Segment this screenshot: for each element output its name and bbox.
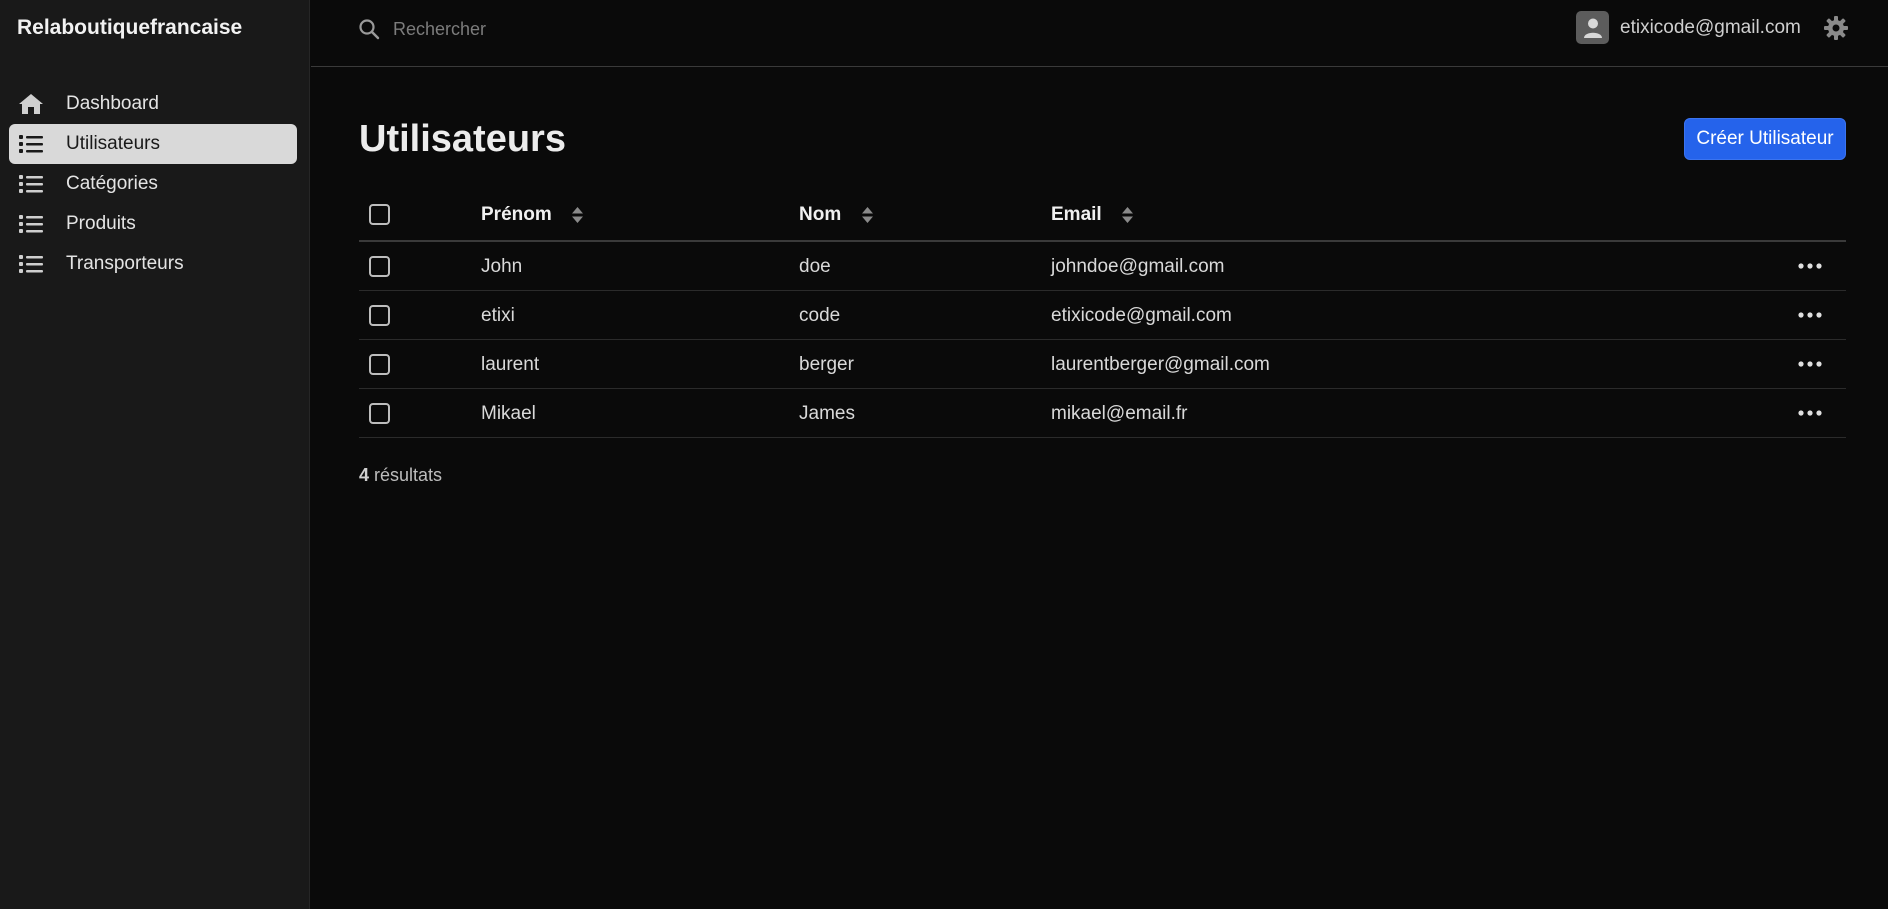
cell-email: johndoe@gmail.com: [1051, 256, 1225, 277]
sidebar-item-categories[interactable]: Catégories: [9, 164, 297, 204]
list-icon: [18, 132, 44, 156]
gear-icon[interactable]: [1823, 15, 1849, 41]
row-checkbox[interactable]: [369, 256, 390, 277]
sort-icon[interactable]: [861, 205, 874, 225]
cell-prenom: Mikael: [481, 403, 536, 424]
cell-email: mikael@email.fr: [1051, 403, 1188, 424]
user-email[interactable]: etixicode@gmail.com: [1620, 17, 1801, 39]
search-icon: [358, 18, 380, 40]
list-icon: [18, 172, 44, 196]
more-options-icon[interactable]: [1797, 305, 1823, 325]
sidebar: Relaboutiquefrancaise Dashboard Utilisat…: [0, 0, 310, 909]
table-row[interactable]: John doe johndoe@gmail.com: [359, 242, 1846, 291]
column-header-prenom[interactable]: Prénom: [481, 204, 584, 226]
cell-email: etixicode@gmail.com: [1051, 305, 1232, 326]
sidebar-item-utilisateurs[interactable]: Utilisateurs: [9, 124, 297, 164]
cell-prenom: laurent: [481, 354, 540, 375]
more-options-icon[interactable]: [1797, 354, 1823, 374]
row-checkbox[interactable]: [369, 354, 390, 375]
home-icon: [18, 92, 44, 116]
topbar: etixicode@gmail.com: [311, 0, 1888, 67]
sort-icon[interactable]: [571, 205, 584, 225]
cell-email: laurentberger@gmail.com: [1051, 354, 1270, 375]
search-input[interactable]: [393, 14, 793, 44]
results-number: 4: [359, 465, 370, 485]
results-label: résultats: [374, 465, 443, 485]
cell-prenom: etixi: [481, 305, 515, 326]
more-options-icon[interactable]: [1797, 256, 1823, 276]
cell-nom: James: [799, 403, 855, 424]
column-header-email[interactable]: Email: [1051, 204, 1134, 226]
sidebar-item-label: Utilisateurs: [66, 133, 160, 154]
cell-nom: doe: [799, 256, 831, 277]
brand-title: Relaboutiquefrancaise: [17, 16, 243, 39]
list-icon: [18, 252, 44, 276]
sidebar-nav: Dashboard Utilisateurs Catégories Produi…: [9, 84, 297, 284]
avatar[interactable]: [1576, 11, 1609, 44]
select-all-checkbox[interactable]: [369, 204, 390, 225]
column-header-nom[interactable]: Nom: [799, 204, 874, 226]
avatar-icon: [1583, 18, 1602, 38]
table-row[interactable]: laurent berger laurentberger@gmail.com: [359, 340, 1846, 389]
sidebar-item-produits[interactable]: Produits: [9, 204, 297, 244]
results-count: 4 résultats: [359, 465, 442, 486]
sidebar-item-label: Transporteurs: [66, 253, 184, 274]
table-header: Prénom Nom Email: [359, 194, 1846, 242]
sidebar-item-dashboard[interactable]: Dashboard: [9, 84, 297, 124]
sidebar-item-transporteurs[interactable]: Transporteurs: [9, 244, 297, 284]
sidebar-item-label: Catégories: [66, 173, 158, 194]
sidebar-item-label: Dashboard: [66, 93, 159, 114]
table-row[interactable]: Mikael James mikael@email.fr: [359, 389, 1846, 438]
users-table: Prénom Nom Email John doe johndoe@gmail.…: [359, 194, 1846, 438]
row-checkbox[interactable]: [369, 305, 390, 326]
more-options-icon[interactable]: [1797, 403, 1823, 423]
list-icon: [18, 212, 44, 236]
row-checkbox[interactable]: [369, 403, 390, 424]
sort-icon[interactable]: [1121, 205, 1134, 225]
page-title: Utilisateurs: [359, 118, 566, 160]
cell-nom: code: [799, 305, 841, 326]
cell-nom: berger: [799, 354, 854, 375]
sidebar-item-label: Produits: [66, 213, 136, 234]
cell-prenom: John: [481, 256, 523, 277]
create-user-button[interactable]: Créer Utilisateur: [1684, 118, 1846, 160]
app: Relaboutiquefrancaise Dashboard Utilisat…: [0, 0, 1888, 909]
table-row[interactable]: etixi code etixicode@gmail.com: [359, 291, 1846, 340]
